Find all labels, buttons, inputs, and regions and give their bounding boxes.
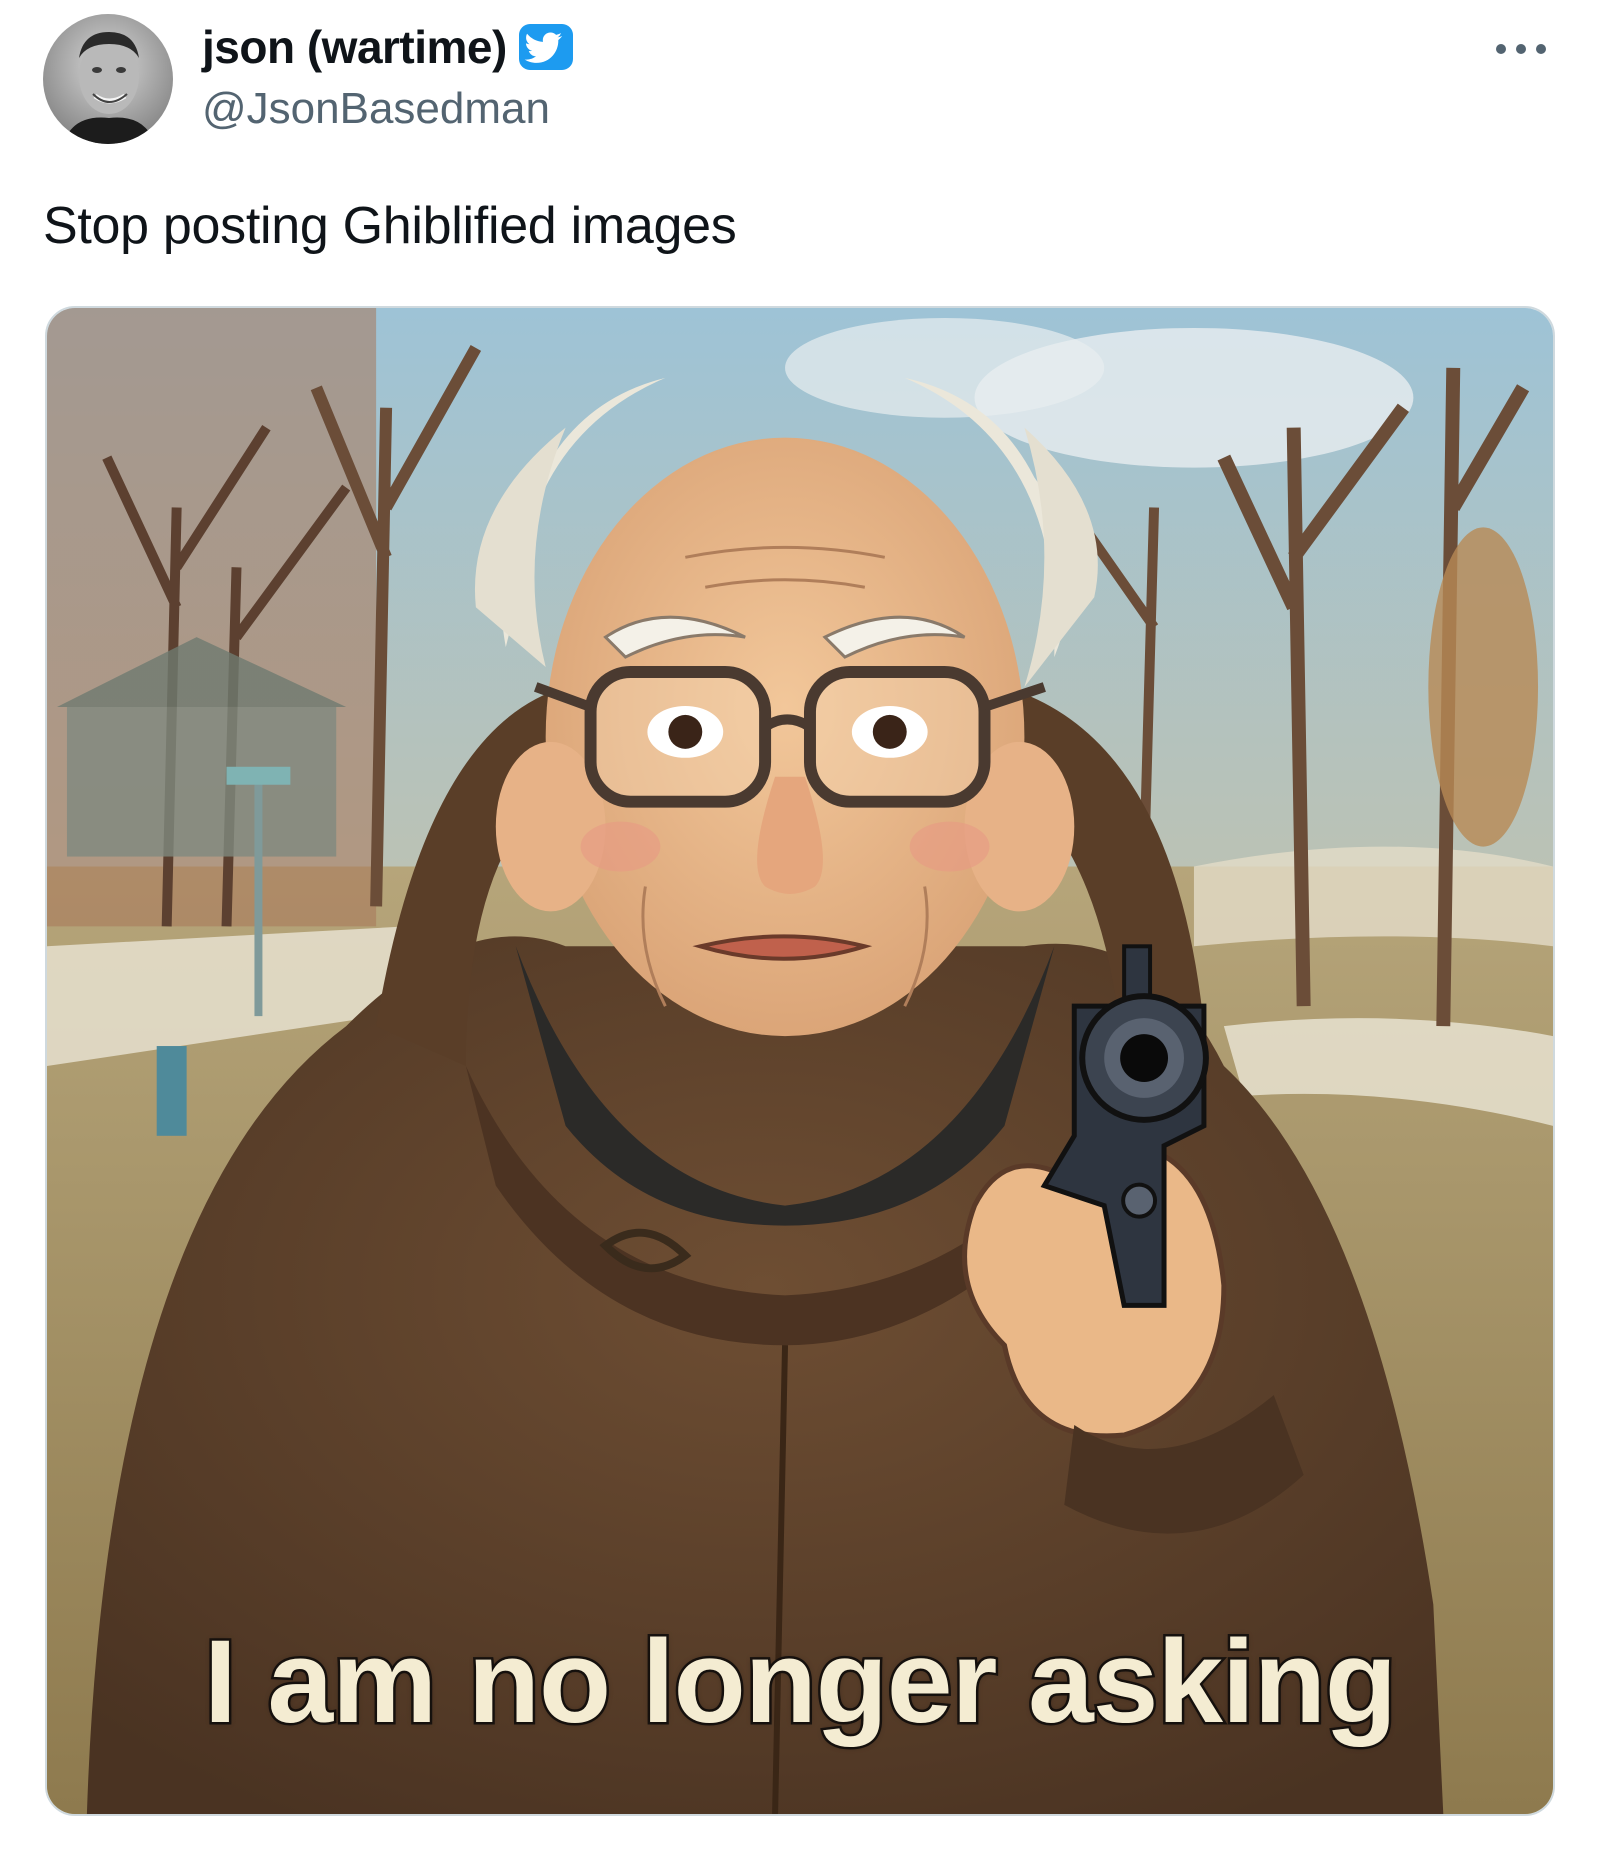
media-caption: I am no longer asking bbox=[201, 1614, 1399, 1751]
more-dots-icon bbox=[1496, 44, 1546, 54]
illustration-old-man-with-pistol bbox=[47, 308, 1553, 1814]
author-display-name[interactable]: json (wartime) bbox=[202, 20, 507, 74]
more-options-button[interactable] bbox=[1488, 24, 1554, 74]
tweet-text: Stop posting Ghiblified images bbox=[43, 197, 737, 255]
verified-badge-icon bbox=[517, 22, 575, 72]
tweet: json (wartime) @JsonBasedman Stop postin… bbox=[0, 0, 1600, 1862]
avatar-image bbox=[43, 14, 173, 144]
author-name-row: json (wartime) bbox=[202, 14, 575, 80]
author-handle[interactable]: @JsonBasedman bbox=[202, 84, 550, 134]
tweet-media-image[interactable]: I am no longer asking bbox=[45, 306, 1555, 1816]
author-avatar[interactable] bbox=[43, 14, 173, 144]
